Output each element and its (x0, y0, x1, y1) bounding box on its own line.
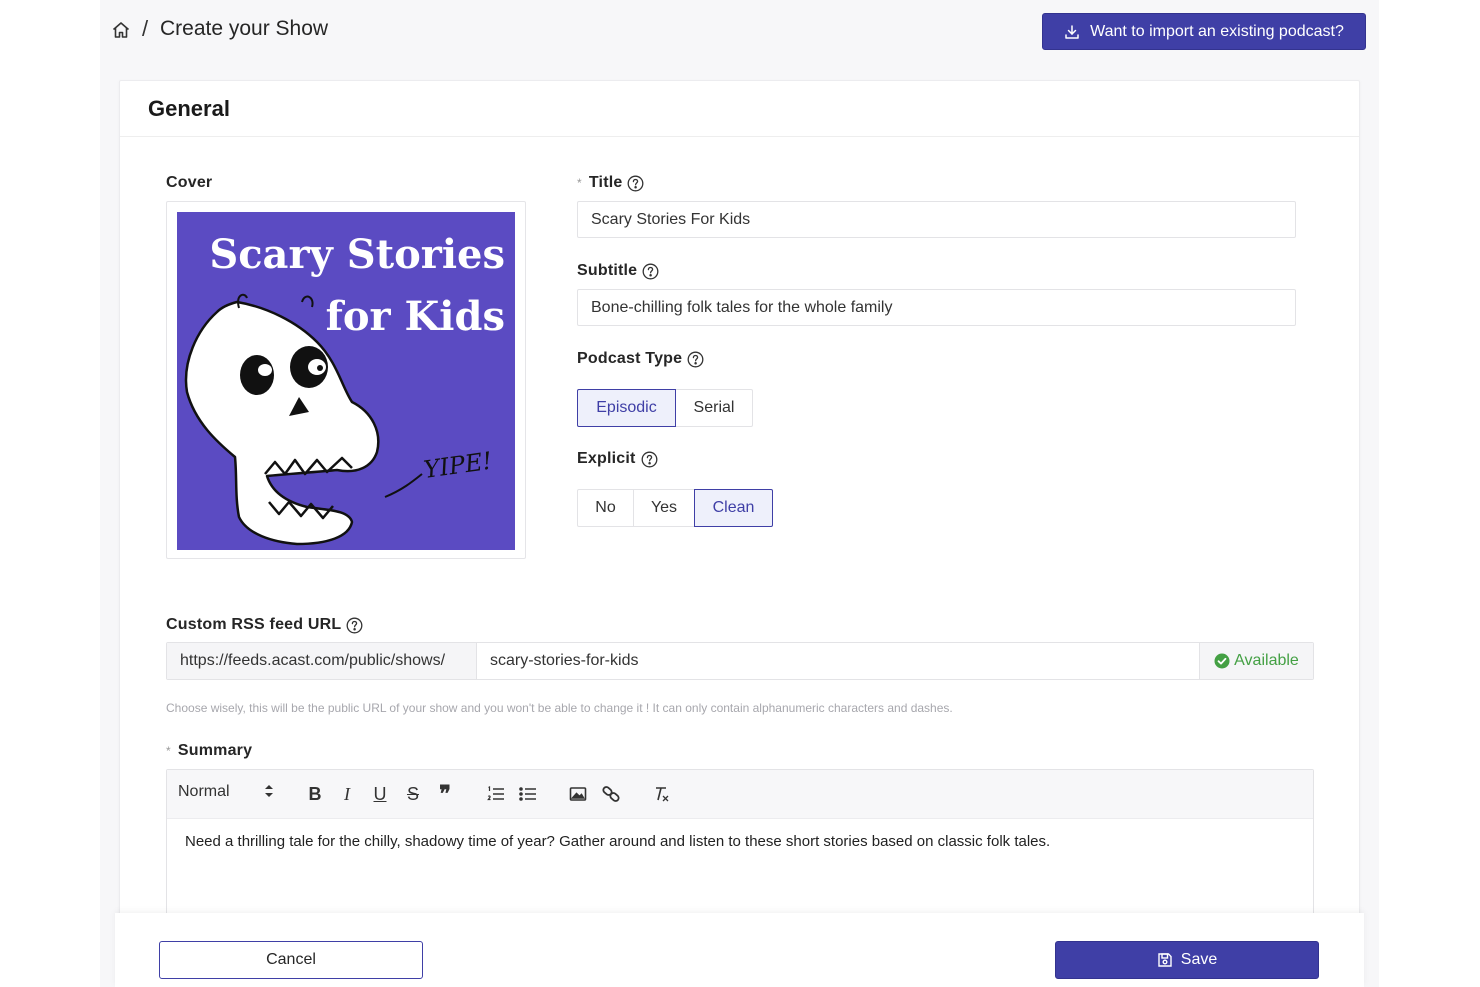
save-button[interactable]: Save (1055, 941, 1319, 979)
image-icon[interactable] (566, 782, 590, 806)
page-header: / Create your Show Want to import an exi… (100, 0, 1379, 62)
podcast-type-serial[interactable]: Serial (675, 389, 753, 427)
strikethrough-icon[interactable]: S (401, 782, 425, 806)
save-icon (1158, 953, 1172, 967)
title-label: * Title (577, 174, 644, 192)
help-icon[interactable] (641, 451, 658, 468)
help-icon[interactable] (346, 617, 363, 634)
explicit-toggle: No Yes Clean (577, 489, 773, 527)
save-button-label: Save (1180, 951, 1218, 968)
editor-toolbar: Normal B I U S ❞ (167, 770, 1313, 819)
bullet-list-icon[interactable] (516, 782, 540, 806)
clear-format-icon[interactable] (649, 782, 673, 806)
italic-icon[interactable]: I (335, 782, 359, 806)
link-icon[interactable] (599, 782, 623, 806)
sort-icon (265, 785, 273, 797)
app-container: / Create your Show Want to import an exi… (100, 0, 1379, 987)
rss-label: Custom RSS feed URL (166, 616, 363, 634)
check-circle-icon (1214, 653, 1230, 669)
explicit-no[interactable]: No (577, 489, 634, 527)
ordered-list-icon[interactable] (484, 782, 508, 806)
underline-icon[interactable]: U (368, 782, 392, 806)
cover-label: Cover (166, 174, 212, 192)
page-title: Create your Show (160, 17, 329, 40)
help-icon[interactable] (627, 175, 644, 192)
required-mark: * (166, 744, 171, 758)
help-icon[interactable] (642, 263, 659, 280)
podcast-type-label-text: Podcast Type (577, 350, 683, 367)
download-icon (1065, 24, 1079, 39)
title-input[interactable]: Scary Stories For Kids (577, 201, 1296, 238)
import-button-label: Want to import an existing podcast? (1090, 22, 1344, 40)
rss-slug-value: scary-stories-for-kids (490, 652, 639, 669)
subtitle-input-value: Bone-chilling folk tales for the whole f… (591, 298, 893, 316)
blockquote-icon[interactable]: ❞ (433, 781, 457, 806)
rss-hint: Choose wisely, this will be the public U… (166, 701, 953, 715)
general-card: General Cover Scary Stories for Kids YIP… (119, 80, 1360, 987)
required-mark: * (577, 176, 582, 190)
podcast-type-episodic[interactable]: Episodic (577, 389, 676, 427)
subtitle-input[interactable]: Bone-chilling folk tales for the whole f… (577, 289, 1296, 326)
import-podcast-button[interactable]: Want to import an existing podcast? (1042, 13, 1366, 50)
home-icon[interactable] (111, 20, 131, 40)
cover-upload[interactable]: Scary Stories for Kids YIPE! (166, 201, 526, 559)
title-input-value: Scary Stories For Kids (591, 210, 751, 228)
rss-availability-status: Available (1199, 643, 1313, 679)
bold-icon[interactable]: B (303, 782, 327, 806)
cover-label-text: Cover (166, 174, 213, 191)
subtitle-label: Subtitle (577, 262, 659, 280)
explicit-label: Explicit (577, 450, 658, 468)
cover-art-title-line1: Scary Stories (209, 231, 505, 278)
summary-text[interactable]: Need a thrilling tale for the chilly, sh… (167, 819, 1313, 864)
explicit-yes[interactable]: Yes (633, 489, 695, 527)
card-header: General (120, 81, 1359, 137)
availability-text: Available (1234, 652, 1299, 669)
explicit-clean[interactable]: Clean (694, 489, 773, 527)
podcast-type-toggle: Episodic Serial (577, 389, 753, 427)
subtitle-label-text: Subtitle (577, 262, 638, 279)
podcast-type-label: Podcast Type (577, 350, 704, 368)
card-title: General (148, 95, 230, 121)
rss-url-prefix: https://feeds.acast.com/public/shows/ (167, 643, 477, 679)
explicit-label-text: Explicit (577, 450, 636, 467)
cancel-button[interactable]: Cancel (159, 941, 423, 979)
summary-label: * Summary (166, 742, 252, 760)
help-icon[interactable] (687, 351, 704, 368)
footer-bar: Cancel Save (115, 913, 1364, 987)
rss-url-field: https://feeds.acast.com/public/shows/ sc… (166, 642, 1314, 680)
format-select[interactable]: Normal (178, 783, 274, 801)
cover-image: Scary Stories for Kids YIPE! (177, 212, 515, 550)
breadcrumb-separator: / (142, 16, 149, 41)
cover-art-title-line2: for Kids (326, 293, 505, 340)
rss-slug-input[interactable]: scary-stories-for-kids (477, 643, 1199, 679)
title-label-text: Title (588, 174, 623, 191)
summary-label-text: Summary (177, 742, 253, 759)
format-select-value: Normal (178, 783, 230, 800)
rss-label-text: Custom RSS feed URL (166, 616, 342, 633)
